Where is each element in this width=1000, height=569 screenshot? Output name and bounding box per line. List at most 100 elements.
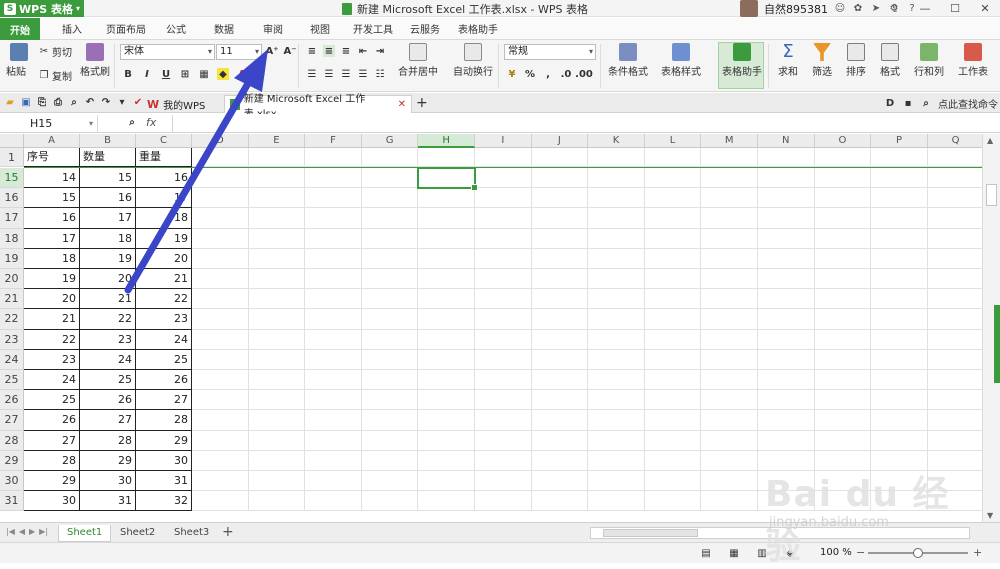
cut-button[interactable]: ✂ 剪切 xyxy=(38,44,72,59)
cell-k25[interactable] xyxy=(588,370,645,391)
cell-g18[interactable] xyxy=(361,228,419,249)
cell-g29[interactable] xyxy=(361,450,419,471)
cell-i18[interactable] xyxy=(475,228,532,249)
tab-review[interactable]: 审阅 xyxy=(263,21,283,36)
cell-b19[interactable]: 19 xyxy=(80,248,136,269)
cell-h29[interactable] xyxy=(418,450,475,471)
cell-q19[interactable] xyxy=(927,249,982,269)
cell-l29[interactable] xyxy=(644,450,702,471)
next-sheet-icon[interactable]: ▶ xyxy=(29,527,35,536)
cell-l21[interactable] xyxy=(644,289,702,310)
cell-n23[interactable] xyxy=(758,329,815,350)
cell-f28[interactable] xyxy=(305,430,362,451)
comma-button[interactable]: , xyxy=(542,68,554,80)
cell-e27[interactable] xyxy=(248,410,306,431)
cell-p18[interactable] xyxy=(871,228,928,249)
cell-m1[interactable] xyxy=(701,148,758,167)
cell-k19[interactable] xyxy=(588,248,645,269)
formula-input[interactable] xyxy=(172,115,998,132)
cell-k21[interactable] xyxy=(588,289,645,310)
row-header-28[interactable]: 28 xyxy=(0,430,24,451)
print-icon[interactable]: ⎙ xyxy=(52,96,64,108)
scroll-up-icon[interactable]: ▲ xyxy=(987,136,993,145)
cell-e22[interactable] xyxy=(248,309,306,330)
cell-q28[interactable] xyxy=(927,431,982,451)
preview-icon[interactable]: ⌕ xyxy=(68,96,80,108)
user-name[interactable]: 自然895381 xyxy=(764,1,828,17)
user-badge-icon[interactable]: ☺ xyxy=(834,3,846,15)
cell-m27[interactable] xyxy=(701,410,758,431)
cell-q21[interactable] xyxy=(927,289,982,310)
cell-j25[interactable] xyxy=(531,370,589,391)
cell-d30[interactable] xyxy=(192,471,249,492)
row-header-26[interactable]: 26 xyxy=(0,390,24,411)
cell-j29[interactable] xyxy=(531,450,589,471)
redo-icon[interactable]: ↷ xyxy=(100,96,112,108)
column-header-j[interactable]: J xyxy=(531,134,589,148)
app-menu-button[interactable]: S WPS 表格 ▾ xyxy=(0,0,84,17)
cell-j30[interactable] xyxy=(531,471,589,492)
cell-k26[interactable] xyxy=(588,390,645,411)
cell-a18[interactable]: 17 xyxy=(24,228,80,249)
cell-a21[interactable]: 20 xyxy=(24,289,80,310)
zoom-icon[interactable]: ⌕ xyxy=(126,116,138,128)
cell-d24[interactable] xyxy=(192,349,249,370)
cell-f26[interactable] xyxy=(305,390,362,411)
format-painter-button[interactable]: 格式刷 xyxy=(80,43,110,78)
cell-l18[interactable] xyxy=(644,228,702,249)
scroll-down-icon[interactable]: ▼ xyxy=(987,511,993,520)
align-left-icon[interactable]: ☰ xyxy=(306,68,318,80)
cell-j26[interactable] xyxy=(531,390,589,411)
format-button[interactable]: 格式 xyxy=(880,43,900,78)
add-sheet-button[interactable]: + xyxy=(222,524,234,540)
cell-p1[interactable] xyxy=(871,148,928,167)
cell-k20[interactable] xyxy=(588,269,645,290)
cell-m21[interactable] xyxy=(701,289,758,310)
cell-e29[interactable] xyxy=(248,450,306,471)
cell-k22[interactable] xyxy=(588,309,645,330)
cell-i17[interactable] xyxy=(475,208,532,229)
name-box[interactable]: H15 ▾ xyxy=(0,115,98,132)
row-header-29[interactable]: 29 xyxy=(0,450,24,471)
cell-n27[interactable] xyxy=(758,410,815,431)
cell-e24[interactable] xyxy=(248,349,306,370)
row-header-25[interactable]: 25 xyxy=(0,370,24,391)
font-name-select[interactable]: 宋体 xyxy=(120,44,215,60)
cell-a23[interactable]: 22 xyxy=(24,329,80,350)
indent-increase-icon[interactable]: ⇥ xyxy=(374,45,386,57)
cell-d16[interactable] xyxy=(192,188,249,209)
cell-j16[interactable] xyxy=(531,188,589,209)
cell-l20[interactable] xyxy=(644,269,702,290)
cell-b25[interactable]: 25 xyxy=(80,370,136,391)
cell-b1[interactable]: 数量 xyxy=(80,148,136,167)
cell-p23[interactable] xyxy=(871,329,928,350)
sheet-tab-1[interactable]: Sheet1 xyxy=(58,525,112,542)
cell-l15[interactable] xyxy=(644,168,702,189)
cell-e26[interactable] xyxy=(248,390,306,411)
cell-l31[interactable] xyxy=(644,491,702,512)
skin-icon[interactable]: ✿ xyxy=(852,3,864,15)
cell-f16[interactable] xyxy=(305,188,362,209)
zoom-in-icon[interactable]: + xyxy=(973,546,982,559)
cell-m30[interactable] xyxy=(701,471,758,492)
decrease-font-icon[interactable]: A⁻ xyxy=(283,45,296,57)
cell-l27[interactable] xyxy=(644,410,702,431)
cell-f15[interactable] xyxy=(305,168,362,189)
tab-table-helper[interactable]: 表格助手 xyxy=(458,21,498,36)
cell-e15[interactable] xyxy=(248,168,306,189)
cell-e18[interactable] xyxy=(248,228,306,249)
cell-n18[interactable] xyxy=(758,228,815,249)
row-header-22[interactable]: 22 xyxy=(0,309,24,330)
cell-f25[interactable] xyxy=(305,370,362,391)
align-middle-icon[interactable]: ≡ xyxy=(323,45,335,57)
cell-c18[interactable]: 19 xyxy=(136,228,192,249)
indent-decrease-icon[interactable]: ⇤ xyxy=(357,45,369,57)
cell-d26[interactable] xyxy=(192,390,249,411)
cell-o21[interactable] xyxy=(814,289,872,310)
cell-f27[interactable] xyxy=(305,410,362,431)
cell-b18[interactable]: 18 xyxy=(80,228,136,249)
align-center-icon[interactable]: ☰ xyxy=(323,68,335,80)
column-header-i[interactable]: I xyxy=(475,134,532,148)
cell-a15[interactable]: 14 xyxy=(24,168,80,189)
cell-j18[interactable] xyxy=(531,228,589,249)
